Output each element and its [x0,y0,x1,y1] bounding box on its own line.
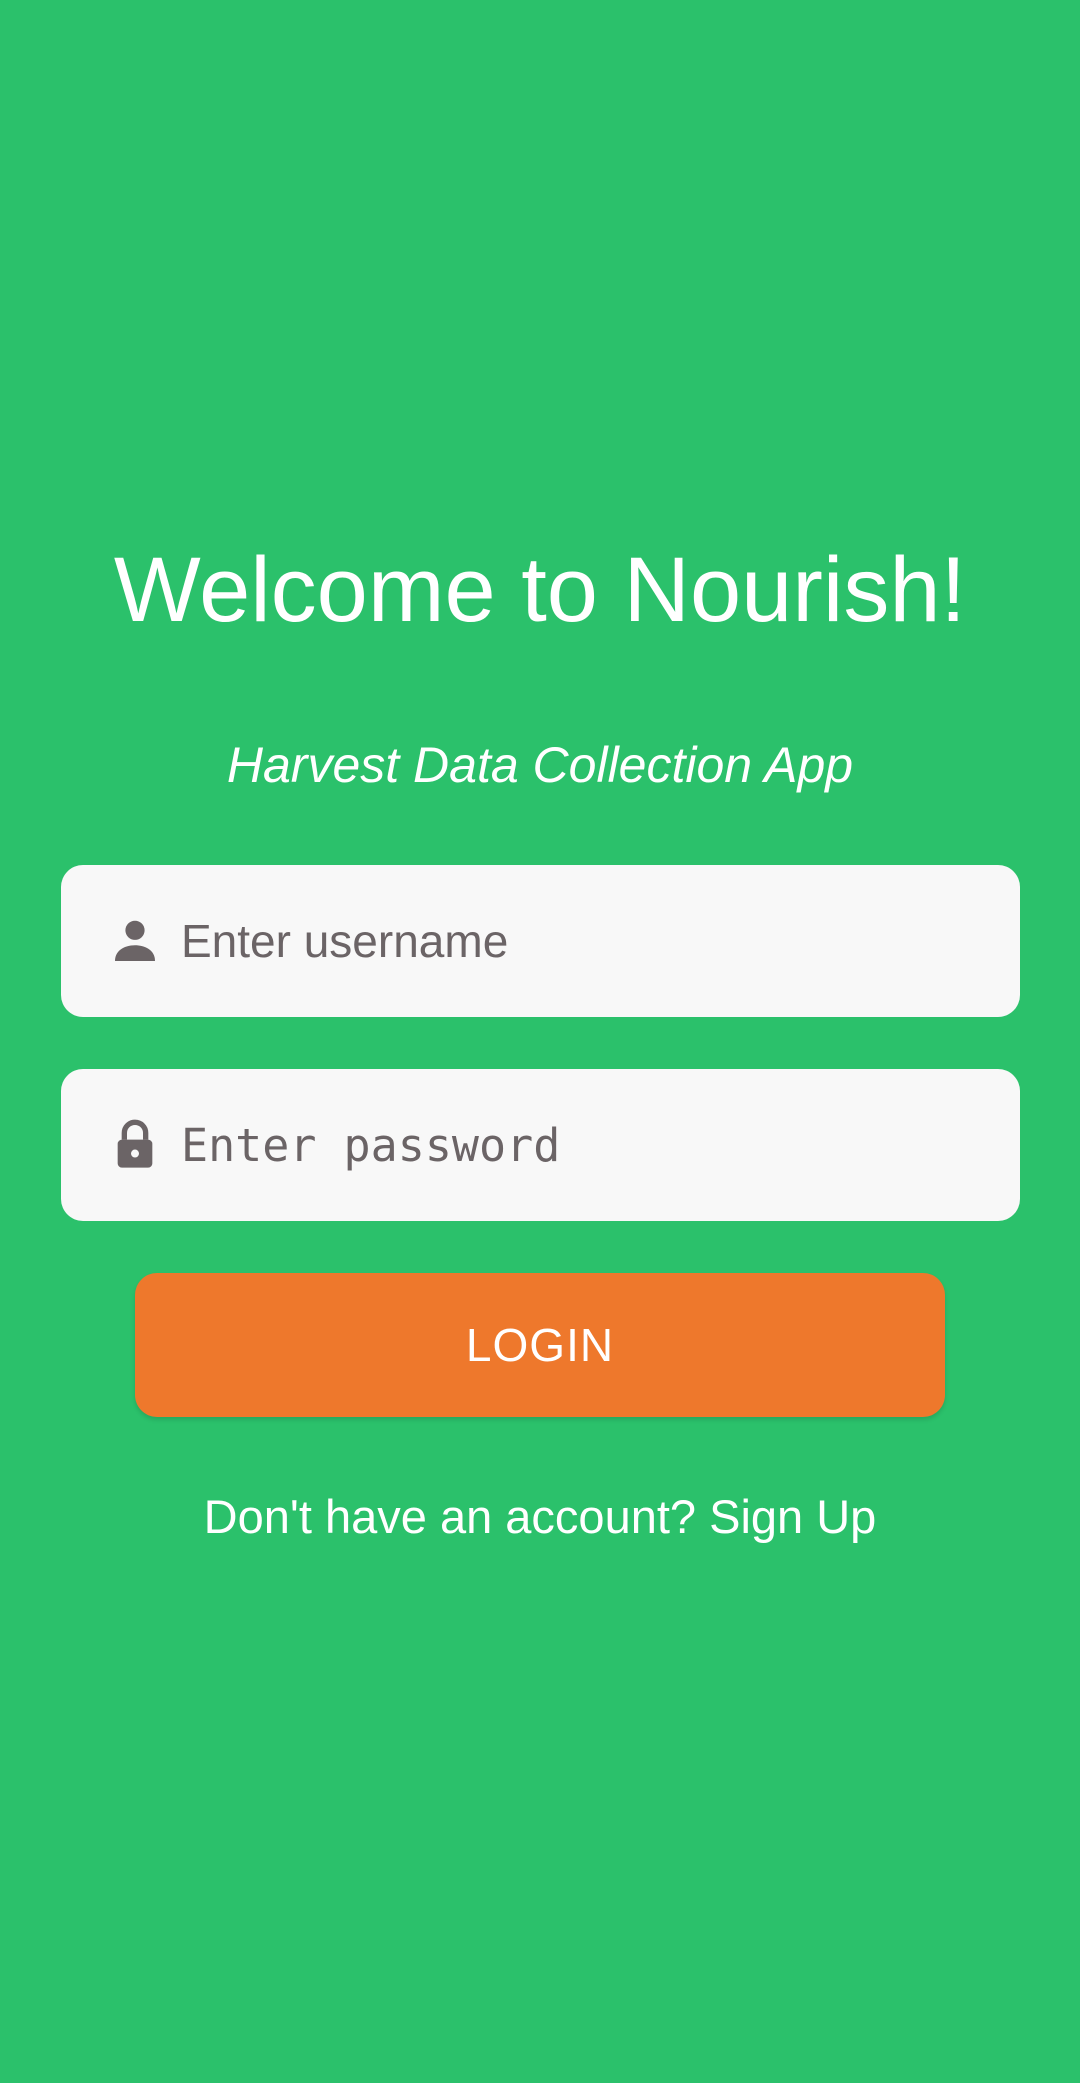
password-input[interactable] [181,1069,981,1221]
lock-icon [103,1113,167,1177]
password-field[interactable] [61,1069,1020,1221]
username-field[interactable] [61,865,1020,1017]
page-title: Welcome to Nourish! [113,539,967,641]
signup-link[interactable]: Don't have an account? Sign Up [0,1487,1080,1547]
page-subtitle: Harvest Data Collection App [226,737,854,793]
username-input[interactable] [181,865,981,1017]
login-button[interactable]: LOGIN [135,1273,945,1417]
person-icon [103,909,167,973]
